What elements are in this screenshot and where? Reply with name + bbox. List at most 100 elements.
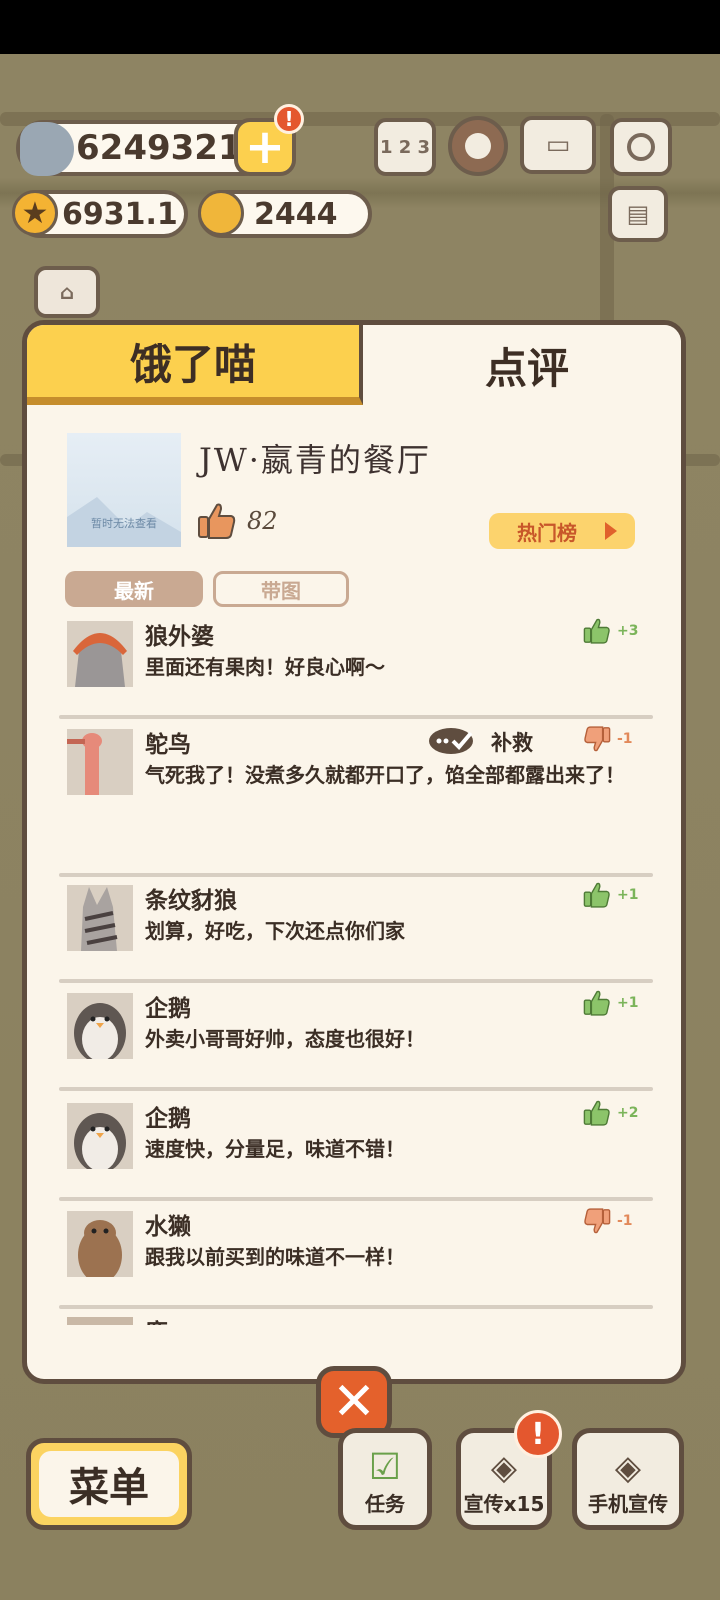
settings-button[interactable]: [448, 116, 508, 176]
review-item: 企鹅 外卖小哥哥好帅，态度也很好！ +1: [59, 989, 653, 1069]
review-item: 水獭 跟我以前买到的味道不一样！ -1: [59, 1207, 653, 1287]
rescue-button[interactable]: 补救: [429, 727, 533, 757]
restaurant-name: JW·嬴青的餐厅: [199, 441, 431, 479]
menu-button[interactable]: 菜单: [26, 1438, 192, 1530]
vote-count: -1: [617, 1213, 633, 1229]
tab-reviews[interactable]: 点评: [363, 325, 681, 405]
vote-up[interactable]: +2: [583, 1099, 653, 1127]
filter-latest-label: 最新: [114, 578, 154, 603]
thumbs-up-icon: [583, 882, 610, 908]
fish-amount: 6249321: [76, 128, 242, 168]
status-bar: [0, 0, 720, 54]
tab-food-delivery-label: 饿了喵: [129, 339, 256, 389]
likes-count: 82: [197, 501, 278, 541]
reviewer-name: 企鹅: [145, 1106, 191, 1132]
thumbs-up-icon: [583, 1100, 610, 1126]
cookbook-button[interactable]: ▭: [520, 116, 596, 174]
reviewer-name: 企鹅: [145, 996, 191, 1022]
penguin-avatar-icon: [67, 993, 133, 1059]
star-amount: 6931.1: [62, 196, 178, 232]
vote-up[interactable]: +3: [583, 617, 653, 645]
vote-down[interactable]: -1: [583, 725, 653, 753]
review-item: 企鹅 速度快，分量足，味道不错！ +2: [59, 1099, 653, 1179]
filter-with-image-label: 带图: [261, 578, 301, 603]
vote-count: +1: [617, 995, 639, 1011]
shop-button[interactable]: ⌂: [34, 266, 100, 318]
bell-currency: 2444: [198, 190, 372, 238]
review-text: 划算，好吃，下次还点你们家: [145, 919, 405, 943]
restaurant-image: 暂时无法查看: [67, 433, 181, 547]
thumbs-down-icon: [584, 726, 611, 752]
chat-check-icon: [429, 728, 473, 754]
phone-icon: ◈: [614, 1448, 642, 1488]
vote-count: +2: [617, 1105, 639, 1121]
fish-icon: [20, 122, 74, 176]
review-item: 狼外婆 里面还有果肉！好良心啊～ +3: [59, 617, 653, 697]
bell-icon: [198, 190, 244, 236]
divider: [59, 1087, 653, 1091]
reviewer-name: 鹿: [145, 1313, 168, 1325]
deer-avatar-icon: [67, 1317, 133, 1325]
divider: [59, 715, 653, 719]
vote-count: +3: [617, 623, 639, 639]
tasks-button[interactable]: ☑ 任务: [338, 1428, 432, 1530]
star-currency: ★ 6931.1: [12, 190, 188, 238]
flyer-icon: ◈: [490, 1448, 518, 1488]
vote-up[interactable]: +1: [583, 881, 653, 909]
thumbs-up-icon: [583, 618, 610, 644]
divider: [59, 1305, 653, 1309]
review-text: 气死我了！没煮多久就都开口了，馅全部都露出来了！: [145, 763, 625, 787]
review-item: 鹿: [59, 1313, 653, 1325]
review-list[interactable]: 狼外婆 里面还有果肉！好良心啊～ +3 鸵鸟 补救 气死我了！没煮多久就都开口了…: [27, 613, 681, 1325]
promote-alert-badge: !: [514, 1410, 562, 1458]
book-icon: ▭: [545, 130, 571, 160]
tab-food-delivery[interactable]: 饿了喵: [27, 325, 363, 405]
hot-list-button[interactable]: 热门榜: [489, 513, 635, 549]
camera-button[interactable]: [610, 118, 672, 176]
review-item: 条纹豺狼 划算，好吃，下次还点你们家 +1: [59, 881, 653, 961]
shop-icon: ⌂: [59, 280, 75, 304]
menu-label: 菜单: [39, 1451, 179, 1517]
review-panel: 饿了喵 点评 暂时无法查看 JW·嬴青的餐厅 82 热门榜 最新 带图 狼外婆 …: [22, 320, 686, 1384]
divider: [59, 979, 653, 983]
striped-hyena-avatar-icon: [67, 885, 133, 951]
review-item: 鸵鸟 补救 气死我了！没煮多久就都开口了，馅全部都露出来了！ -1: [59, 725, 653, 845]
review-text: 外卖小哥哥好帅，态度也很好！: [145, 1027, 425, 1051]
ostrich-avatar-icon: [67, 729, 133, 795]
phone-promote-label: 手机宣传: [588, 1492, 668, 1516]
penguin-avatar-icon: [67, 1103, 133, 1169]
hot-list-label: 热门榜: [517, 520, 577, 545]
camera-icon: [627, 133, 655, 161]
otter-avatar-icon: [67, 1211, 133, 1277]
alert-badge: !: [274, 104, 304, 134]
reviewer-name: 水獭: [145, 1214, 191, 1240]
podium-icon: 1 2 3: [379, 136, 431, 158]
tab-reviews-label: 点评: [484, 343, 569, 393]
review-text: 里面还有果肉！好良心啊～: [145, 655, 385, 679]
phone-promote-button[interactable]: ◈ 手机宣传: [572, 1428, 684, 1530]
bell-amount: 2444: [254, 196, 338, 232]
reviewer-name: 鸵鸟: [145, 732, 191, 758]
image-caption: 暂时无法查看: [91, 517, 157, 530]
rescue-label: 补救: [491, 731, 533, 755]
promote-label: 宣传x15: [463, 1492, 545, 1516]
divider: [59, 873, 653, 877]
newspaper-icon: ▤: [626, 200, 650, 228]
reviewer-name: 狼外婆: [145, 624, 214, 650]
vote-up[interactable]: +1: [583, 989, 653, 1017]
gear-icon: [465, 133, 491, 159]
vote-down[interactable]: -1: [583, 1207, 653, 1235]
close-icon: ✕: [332, 1372, 376, 1432]
likes-number: 82: [247, 507, 278, 535]
review-text: 跟我以前买到的味道不一样！: [145, 1245, 405, 1269]
thumbs-up-icon: [198, 503, 236, 539]
divider: [59, 1197, 653, 1201]
tasks-label: 任务: [365, 1492, 405, 1516]
thumbs-down-icon: [584, 1208, 611, 1234]
filter-with-image[interactable]: 带图: [213, 571, 349, 607]
vote-count: -1: [617, 731, 633, 747]
ranking-button[interactable]: 1 2 3: [374, 118, 436, 176]
filter-latest[interactable]: 最新: [65, 571, 203, 607]
star-icon: ★: [12, 190, 58, 236]
newspaper-button[interactable]: ▤: [608, 186, 668, 242]
